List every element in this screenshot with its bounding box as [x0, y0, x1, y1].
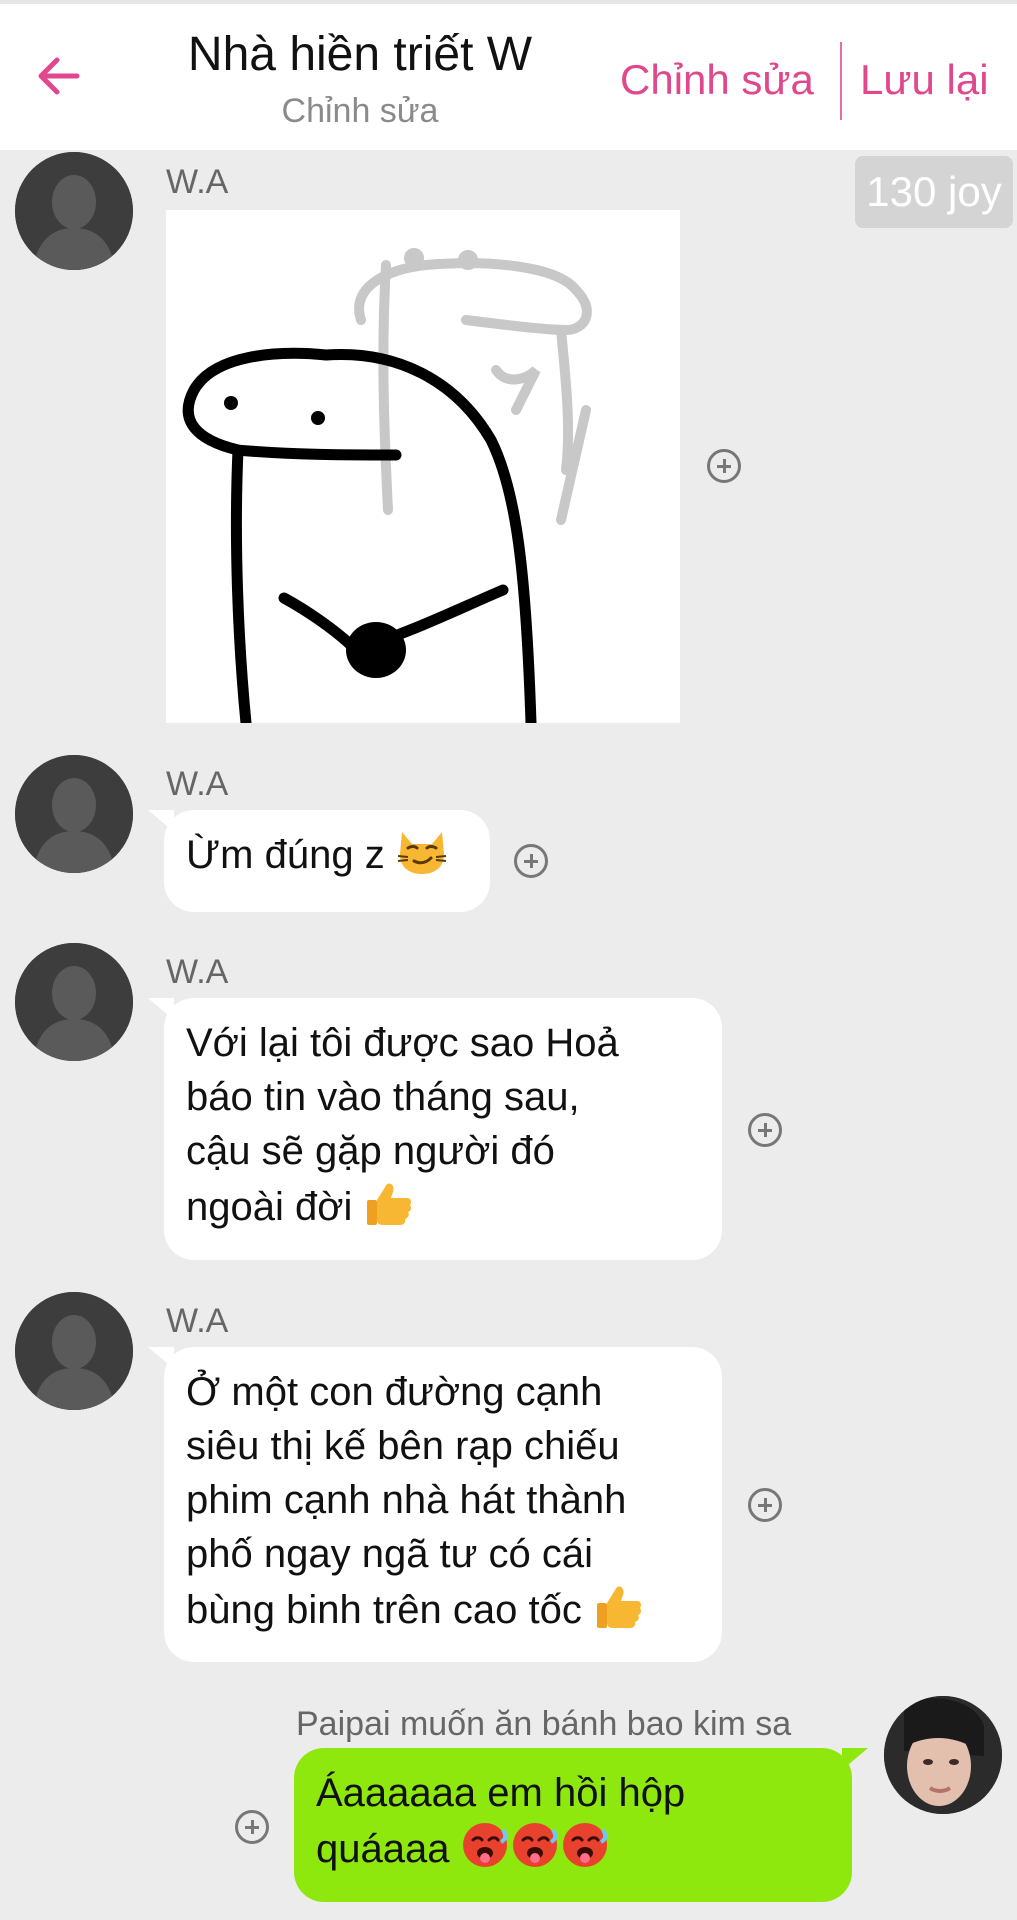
sender-name: W.A [166, 1302, 229, 1340]
thumbs-up-icon [593, 1581, 643, 1645]
blob-sticker-icon [182, 248, 592, 729]
my-sender-name: Paipai muốn ăn bánh bao kim sa [296, 1705, 792, 1743]
message-bubble[interactable]: Ở một con đường cạnh siêu thị kế bên rạp… [148, 1347, 722, 1662]
sender-name: W.A [166, 163, 229, 201]
message-line: phố ngay ngã tư có cái [186, 1532, 594, 1576]
thumbs-up-icon [363, 1178, 413, 1242]
page-subtitle: Chỉnh sửa [281, 92, 439, 130]
add-reaction-button[interactable] [235, 1810, 269, 1844]
avatar[interactable] [15, 1292, 133, 1410]
message-line: bùng binh trên cao tốc [186, 1588, 582, 1632]
message-bubble[interactable]: Với lại tôi được sao Hoả báo tin vào thá… [148, 998, 722, 1260]
avatar[interactable] [15, 152, 133, 270]
message-line: Áaaaaaa em hồi hộp [316, 1771, 686, 1815]
message-bubble[interactable]: Ừm đúng z [148, 810, 490, 912]
hot-face-icon [461, 1820, 611, 1884]
message-line: cậu sẽ gặp người đó [186, 1129, 555, 1173]
joy-badge: 130 joy [855, 156, 1013, 228]
default-avatar-icon [15, 755, 133, 873]
default-avatar-icon [15, 1292, 133, 1410]
message-line: quáaaa [316, 1827, 450, 1871]
page-title: Nhà hiền triết W [187, 28, 533, 81]
edit-button[interactable]: Chỉnh sửa [620, 52, 814, 108]
header-divider [840, 42, 842, 120]
default-avatar-icon [15, 943, 133, 1061]
message-line: phim cạnh nhà hát thành [186, 1478, 627, 1522]
add-reaction-button[interactable] [748, 1113, 782, 1147]
add-reaction-button[interactable] [748, 1488, 782, 1522]
chat-header: Nhà hiền triết W Chỉnh sửa Chỉnh sửa Lưu… [0, 0, 1017, 150]
add-reaction-button[interactable] [514, 844, 548, 878]
back-button[interactable] [28, 46, 88, 106]
save-button[interactable]: Lưu lại [860, 52, 989, 108]
add-reaction-button[interactable] [707, 449, 741, 483]
message-line: siêu thị kế bên rạp chiếu [186, 1424, 620, 1468]
message-line: Với lại tôi được sao Hoả [186, 1021, 619, 1065]
message-text: Ừm đúng z [186, 833, 385, 877]
smirking-cat-face-icon [396, 828, 448, 890]
message-line: Ở một con đường cạnh [186, 1370, 603, 1414]
default-avatar-icon [15, 152, 133, 270]
avatar[interactable] [15, 755, 133, 873]
sender-name: W.A [166, 953, 229, 991]
message-line: ngoài đời [186, 1185, 353, 1229]
user-avatar-photo [884, 1696, 1002, 1814]
sender-name: W.A [166, 765, 229, 803]
message-line: báo tin vào tháng sau, [186, 1075, 580, 1119]
back-arrow-icon [38, 57, 80, 95]
blob-sticker[interactable] [166, 210, 680, 729]
avatar[interactable] [15, 943, 133, 1061]
title-block: Nhà hiền triết W Chỉnh sửa [150, 24, 570, 134]
user-avatar[interactable] [884, 1696, 1002, 1814]
my-message-bubble[interactable]: Áaaaaaa em hồi hộp quáaaa [294, 1748, 868, 1902]
